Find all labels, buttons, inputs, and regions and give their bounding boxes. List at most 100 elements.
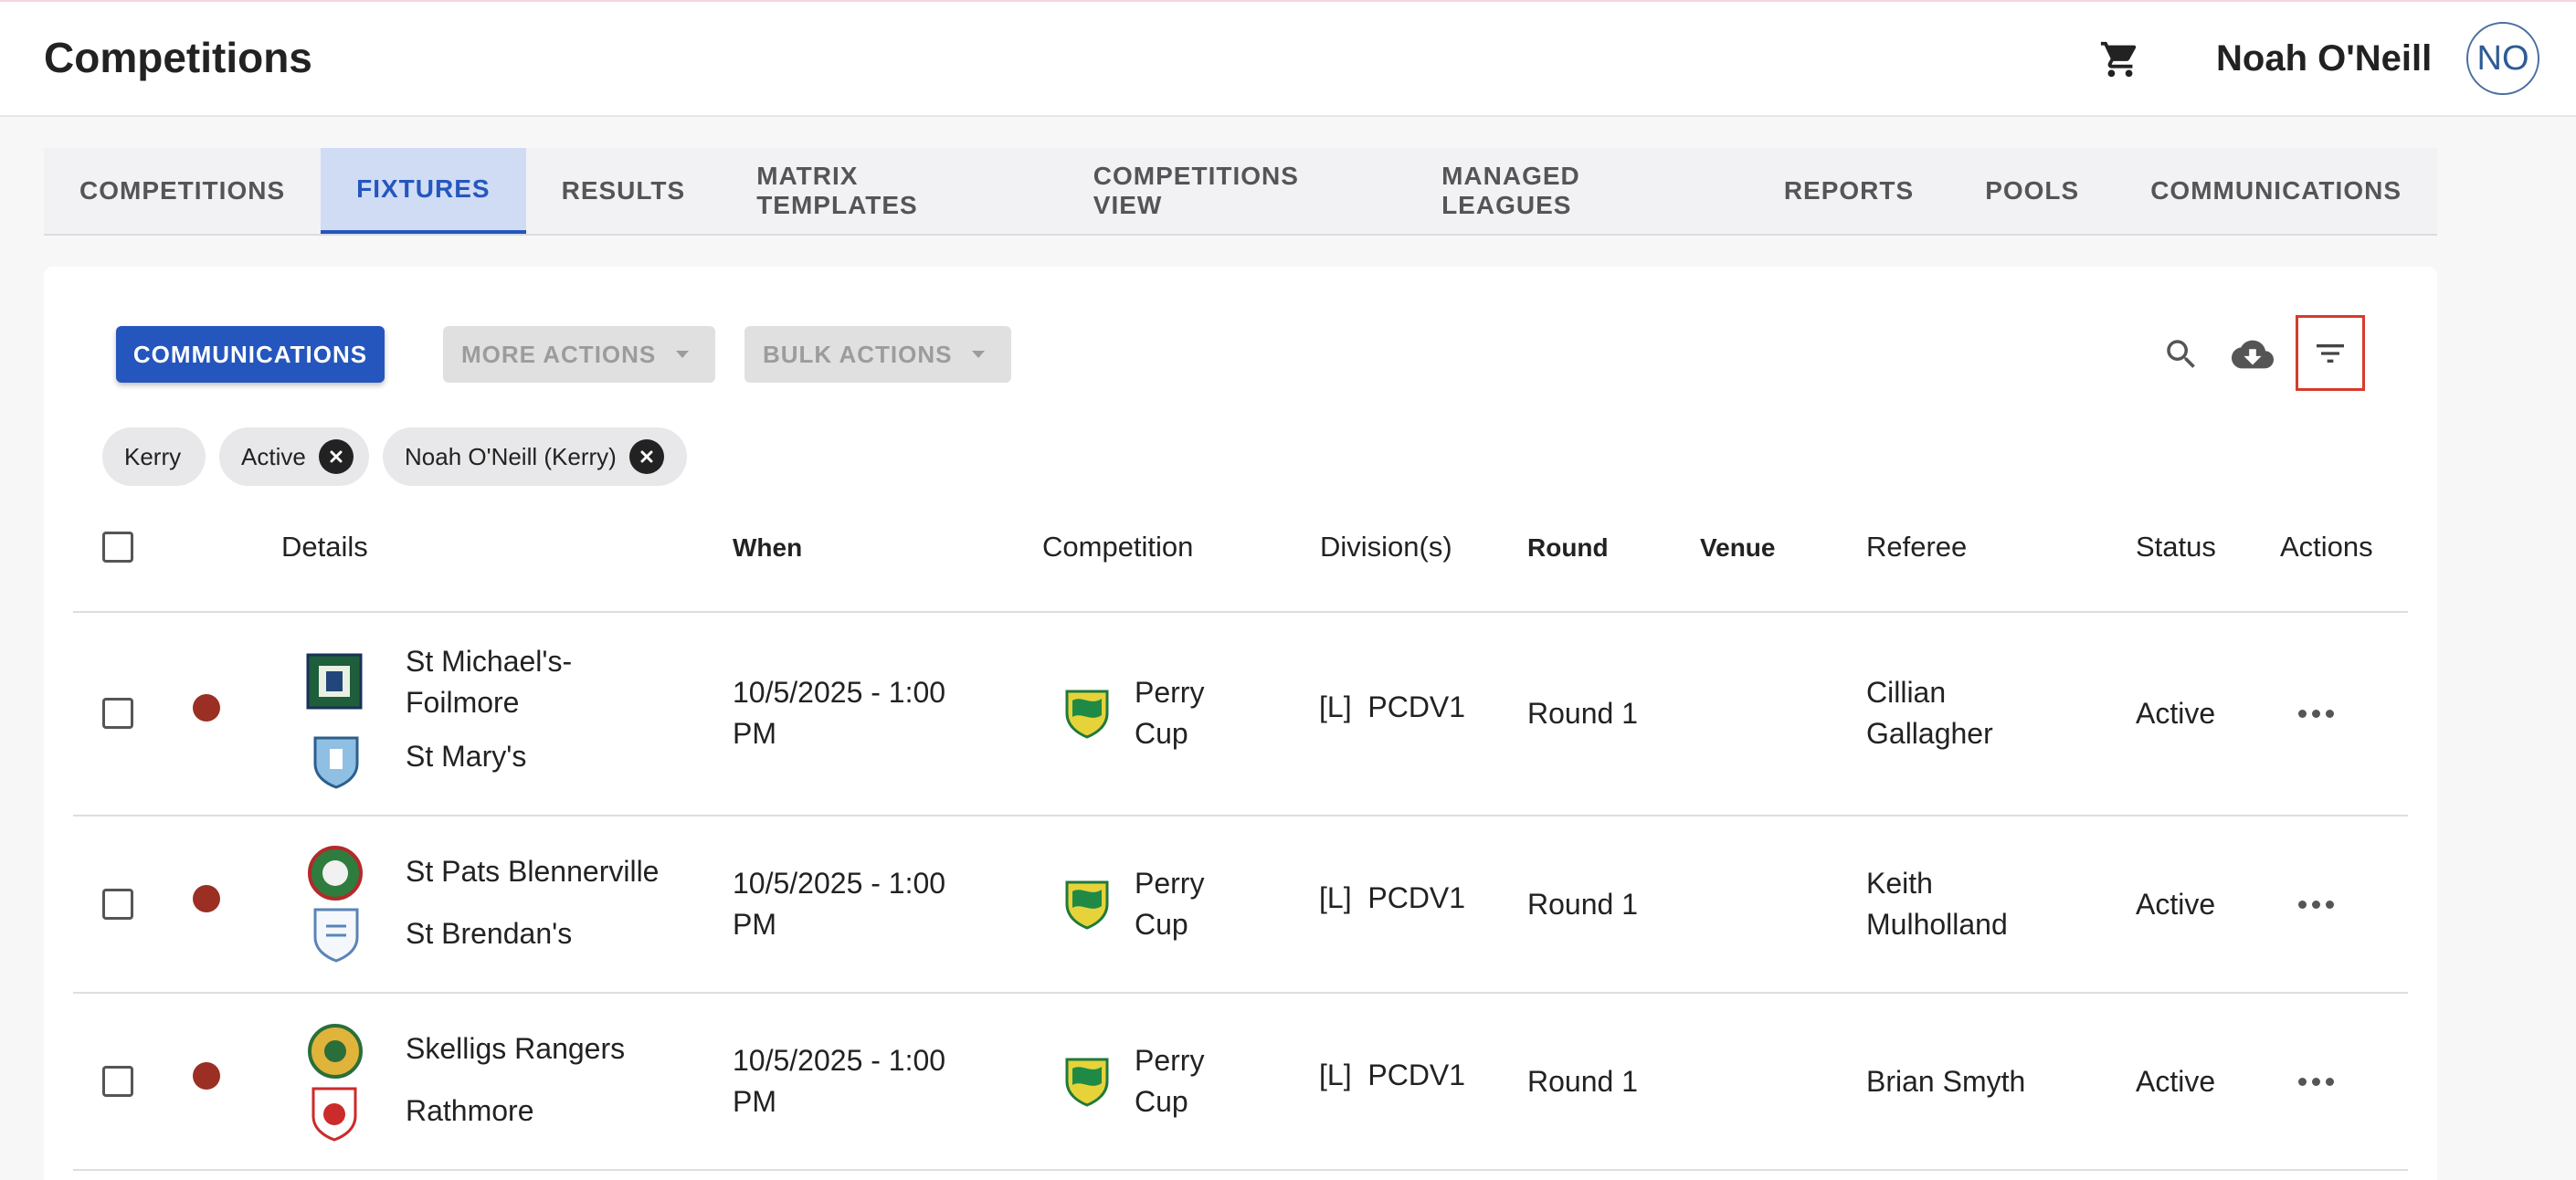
communications-button[interactable]: COMMUNICATIONS	[116, 326, 385, 383]
tab-communications[interactable]: COMMUNICATIONS	[2115, 148, 2437, 234]
row-checkbox[interactable]	[102, 889, 133, 920]
competition-name-line2: Cup	[1135, 717, 1188, 750]
competition-crest-icon	[1065, 1058, 1109, 1107]
bulk-actions-label: BULK ACTIONS	[763, 340, 953, 368]
more-actions-label: MORE ACTIONS	[461, 340, 657, 368]
tab-competitions[interactable]: COMPETITIONS	[44, 148, 321, 234]
away-team-name: St Mary's	[406, 740, 527, 773]
fixture-when-pm: PM	[733, 1085, 776, 1118]
team-crest-icon	[306, 653, 363, 710]
fixture-when-date: 10/5/2025 - 1:00	[733, 676, 946, 709]
team-crest-icon	[313, 736, 359, 789]
filter-chip-kerry[interactable]: Kerry	[102, 427, 206, 486]
avatar[interactable]: NO	[2466, 22, 2539, 95]
home-team-name: Skelligs Rangers	[406, 1032, 626, 1065]
competition-name-line1: Perry	[1135, 867, 1205, 900]
column-header-divisions[interactable]: Division(s)	[1320, 531, 1452, 564]
column-header-status[interactable]: Status	[2136, 531, 2216, 564]
column-header-when[interactable]: When	[733, 533, 802, 563]
away-team-name: Rathmore	[406, 1094, 534, 1127]
filter-chip-noah-oneill[interactable]: Noah O'Neill (Kerry)	[383, 427, 687, 486]
more-actions-icon[interactable]	[2288, 886, 2343, 922]
search-icon[interactable]	[2161, 334, 2201, 374]
column-header-venue[interactable]: Venue	[1700, 533, 1775, 563]
remove-filter-icon[interactable]	[628, 439, 664, 474]
tab-managed-leagues[interactable]: MANAGED LEAGUES	[1406, 148, 1748, 234]
app-header: Competitions Noah O'Neill NO	[0, 2, 2576, 117]
fixture-when-date: 10/5/2025 - 1:00	[733, 1044, 946, 1077]
section-tabs: COMPETITIONS FIXTURES RESULTS MATRIX TEM…	[44, 148, 2437, 236]
column-header-details[interactable]: Details	[281, 531, 368, 564]
caret-down-icon	[972, 351, 986, 358]
status-dot	[193, 885, 220, 912]
referee-name: Brian Smyth	[1866, 1065, 2026, 1098]
fixture-when: 10/5/2025 - 1:00 PM	[733, 672, 945, 754]
division-label: [L] PCDV1	[1319, 881, 1466, 914]
bulk-actions-button[interactable]: BULK ACTIONS	[744, 326, 1011, 383]
fixture-when-date: 10/5/2025 - 1:00	[733, 867, 946, 900]
team-crest-icon	[308, 1024, 363, 1079]
column-header-actions: Actions	[2280, 531, 2373, 563]
row-divider	[73, 992, 2408, 994]
status-dot	[193, 1062, 220, 1090]
row-divider	[73, 1169, 2408, 1171]
column-header-round[interactable]: Round	[1527, 533, 1609, 563]
competition-name[interactable]: Perry Cup	[1135, 672, 1204, 754]
competition-name[interactable]: Perry Cup	[1135, 863, 1204, 945]
column-header-referee[interactable]: Referee	[1866, 531, 1967, 564]
cart-icon[interactable]	[2099, 38, 2141, 80]
competition-name-line1: Perry	[1135, 676, 1205, 709]
more-actions-icon[interactable]	[2288, 1063, 2343, 1100]
referee-name-line2: Mulholland	[1866, 908, 2008, 941]
referee-name-line1: Keith	[1866, 867, 1933, 900]
page-title: Competitions	[44, 34, 312, 81]
fixture-when-pm: PM	[733, 908, 776, 941]
division-label: [L] PCDV1	[1319, 1059, 1466, 1091]
status-label: Active	[2136, 697, 2216, 730]
user-name[interactable]: Noah O'Neill	[2216, 38, 2432, 79]
filter-chip-label: Noah O'Neill (Kerry)	[405, 442, 617, 470]
home-team-name: St Michael's- Foilmore	[406, 641, 572, 723]
competition-name[interactable]: Perry Cup	[1135, 1040, 1204, 1122]
status-dot	[193, 694, 220, 722]
cloud-download-icon[interactable]	[2229, 332, 2276, 376]
competition-name-line2: Cup	[1135, 1085, 1188, 1118]
row-divider	[73, 815, 2408, 817]
filter-chip-active[interactable]: Active	[219, 427, 369, 486]
caret-down-icon	[676, 351, 690, 358]
fixture-when: 10/5/2025 - 1:00 PM	[733, 1040, 945, 1122]
referee-name: Cillian Gallagher	[1866, 672, 1993, 754]
team-crest-icon	[313, 908, 359, 963]
round-label: Round 1	[1527, 1065, 1638, 1098]
status-label: Active	[2136, 1065, 2216, 1098]
home-team-name: St Pats Blennerville	[406, 855, 660, 888]
column-header-competition[interactable]: Competition	[1042, 531, 1193, 564]
more-actions-icon[interactable]	[2288, 695, 2343, 732]
away-team-name: St Brendan's	[406, 917, 573, 950]
select-all-checkbox[interactable]	[102, 532, 133, 563]
remove-filter-icon[interactable]	[318, 439, 354, 474]
competition-name-line2: Cup	[1135, 908, 1188, 941]
status-label: Active	[2136, 888, 2216, 921]
tab-results[interactable]: RESULTS	[526, 148, 722, 234]
referee-name: Keith Mulholland	[1866, 863, 2008, 945]
team-crest-icon	[308, 846, 363, 901]
home-team-name-line1: St Michael's-	[406, 645, 573, 678]
tab-pools[interactable]: POOLS	[1949, 148, 2115, 234]
tab-reports[interactable]: REPORTS	[1748, 148, 1949, 234]
fixtures-card	[44, 267, 2437, 1180]
referee-name-line2: Gallagher	[1866, 717, 1993, 750]
filter-chip-label: Active	[241, 442, 306, 470]
row-checkbox[interactable]	[102, 698, 133, 729]
tab-competitions-view[interactable]: COMPETITIONS VIEW	[1058, 148, 1406, 234]
filter-icon[interactable]	[2296, 315, 2365, 391]
referee-name-line1: Cillian	[1866, 676, 1947, 709]
more-actions-button[interactable]: MORE ACTIONS	[443, 326, 715, 383]
team-crest-icon	[311, 1087, 357, 1142]
row-checkbox[interactable]	[102, 1066, 133, 1097]
fixture-when-pm: PM	[733, 717, 776, 750]
filter-chip-label: Kerry	[124, 442, 182, 470]
tab-fixtures[interactable]: FIXTURES	[321, 148, 526, 234]
row-divider	[73, 611, 2408, 613]
tab-matrix-templates[interactable]: MATRIX TEMPLATES	[721, 148, 1058, 234]
